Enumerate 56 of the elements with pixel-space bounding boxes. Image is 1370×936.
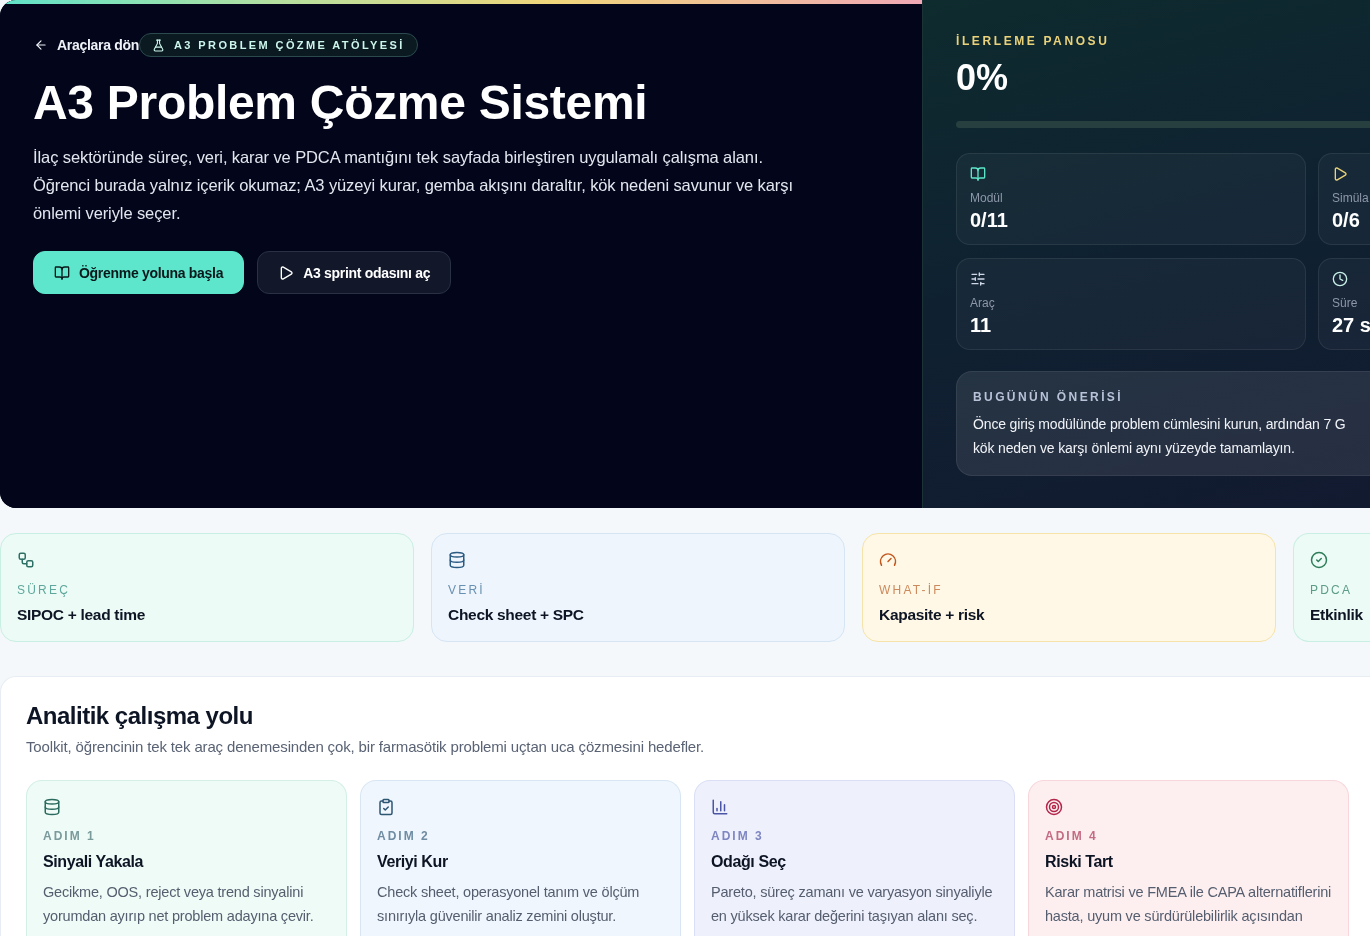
start-learning-button[interactable]: Öğrenme yoluna başla (33, 251, 245, 294)
step-description: Check sheet, operasyonel tanım ve ölçüm sınırıyla güvenilir analiz zemini oluştur. (377, 883, 641, 926)
step-label: ADIM 3 (711, 828, 764, 844)
clipboard-check-icon (377, 798, 395, 816)
bar-chart-icon (711, 798, 729, 816)
step-label: ADIM 2 (377, 828, 430, 844)
step-label: ADIM 4 (1045, 828, 1098, 844)
book-icon (54, 264, 70, 281)
recommendation-title: BUGÜNÜN ÖNERİSİ (973, 389, 1124, 405)
step-title: Veriyi Kur (377, 852, 448, 872)
sliders-icon (970, 271, 986, 287)
linked-squares-icon (17, 551, 35, 569)
sprint-room-button[interactable]: A3 sprint odasını aç (257, 251, 452, 294)
progress-percent: 0% (956, 56, 1010, 100)
step-label: ADIM 1 (43, 828, 96, 844)
stat-label: Simüla (1332, 190, 1369, 206)
recommendation-text: Önce giriş modülünde problem cümlesini kurun, ardından 7 G (973, 415, 1347, 434)
page-title: A3 Problem Çözme Sistemi (33, 75, 649, 131)
stat-value: 0/11 (970, 208, 1008, 232)
stat-value: 11 (970, 313, 992, 337)
step-title: Sinyali Yakala (43, 852, 143, 872)
database-icon (43, 798, 61, 816)
hero-description: İlaç sektöründe süreç, veri, karar ve PDCA mantığını tek sayfada birleştiren uygulamalı çalışma alanı. Öğrenci burada yalnız içerik okumaz; A3 yüzeyi kurar, gemba akışını daraltır, kök nedeni savunur ve karşı önlemi veriyle seçer. (33, 147, 794, 224)
focus-label: PDCA (1310, 582, 1353, 598)
section-title: Analitik çalışma yolu (26, 701, 254, 731)
focus-label: SÜREÇ (17, 582, 70, 598)
database-icon (448, 551, 466, 569)
target-icon (1045, 798, 1063, 816)
step-description: Karar matrisi ve FMEA ile CAPA alternatiflerini hasta, uyum ve sürdürülebilirlik açısından (1045, 883, 1333, 926)
focus-label: VERİ (448, 582, 485, 598)
step-title: Riski Tart (1045, 852, 1113, 872)
stat-value: 0/6 (1332, 208, 1360, 232)
stat-label: Süre (1332, 295, 1358, 311)
focus-label: WHAT-İF (879, 582, 943, 598)
clock-icon (1332, 271, 1348, 287)
stat-label: Araç (970, 295, 995, 311)
book-icon (970, 166, 986, 182)
step-description: Gecikme, OOS, reject veya trend sinyalini yorumdan ayırıp net problem adayına çevir. (43, 883, 315, 926)
gauge-icon (879, 551, 897, 569)
panel-title: İLERLEME PANOSU (956, 33, 1111, 49)
recommendation-text: kök neden ve karşı önlemi aynı yüzeyde tamamlayın. (973, 439, 1296, 458)
play-icon (1332, 166, 1348, 182)
stat-label: Modül (970, 190, 1003, 206)
back-link[interactable]: Araçlara dön (33, 33, 139, 57)
check-circle-icon (1310, 551, 1328, 569)
focus-value: Etkinlik (1310, 605, 1363, 625)
stat-value: 27 s (1332, 313, 1370, 337)
step-title: Odağı Seç (711, 852, 786, 872)
focus-value: SIPOC + lead time (17, 605, 145, 625)
flask-icon (152, 38, 165, 52)
focus-value: Check sheet + SPC (448, 605, 584, 625)
play-icon (278, 264, 295, 281)
focus-value: Kapasite + risk (879, 605, 985, 625)
section-subtitle: Toolkit, öğrencinin tek tek araç denemesinden çok, bir farmasötik problemi uçtan uca çözmesini hedefler. (26, 737, 706, 757)
badge-label: A3 PROBLEM ÇÖZME ATÖLYESİ (174, 38, 405, 53)
step-description: Pareto, süreç zamanı ve varyasyon sinyaliyle en yüksek karar değerini taşıyan alanı seç. (711, 883, 994, 926)
